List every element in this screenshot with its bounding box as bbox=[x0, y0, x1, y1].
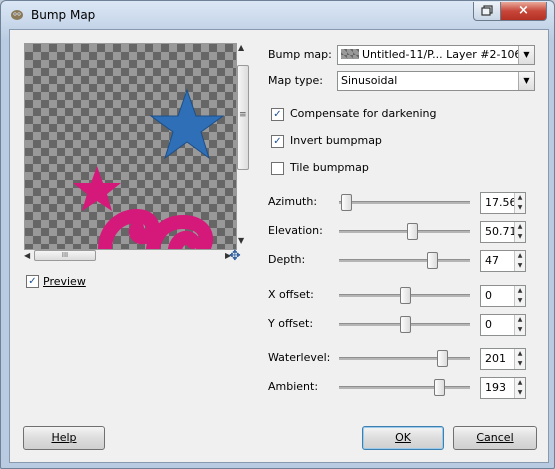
ok-button[interactable]: OK bbox=[362, 426, 444, 450]
navigate-move-icon[interactable]: ✥ bbox=[229, 249, 243, 263]
waterlevel-spinbox[interactable]: 201 ▲ ▼ bbox=[480, 348, 526, 370]
grip-icon: III bbox=[61, 251, 69, 259]
spin-arrows-icon[interactable]: ▲ ▼ bbox=[514, 286, 525, 306]
title-bar[interactable]: Bump Map × bbox=[1, 1, 554, 29]
waterlevel-label: Waterlevel: bbox=[268, 351, 331, 364]
invert-bumpmap-checkbox[interactable]: ✓ bbox=[271, 135, 284, 148]
preview-label-text: Preview bbox=[43, 275, 86, 288]
ambient-label: Ambient: bbox=[268, 380, 319, 393]
waterlevel-value: 201 bbox=[485, 352, 506, 365]
map-type-label: Map type: bbox=[268, 74, 323, 87]
elevation-slider[interactable] bbox=[339, 223, 470, 240]
waterlevel-slider-thumb[interactable] bbox=[437, 350, 448, 367]
bump-map-value: Untitled-11/P... Layer #2-106 bbox=[362, 48, 522, 61]
bump-map-select[interactable]: Untitled-11/P... Layer #2-106 ▼ bbox=[337, 45, 535, 65]
depth-label: Depth: bbox=[268, 253, 306, 266]
spin-arrows-icon[interactable]: ▲ ▼ bbox=[514, 193, 525, 213]
bump-map-label: Bump map: bbox=[268, 48, 332, 61]
depth-spinbox[interactable]: 47 ▲ ▼ bbox=[480, 250, 526, 272]
preview-vertical-scrollbar[interactable]: ▲ ≡ ▼ bbox=[236, 43, 249, 248]
restore-button[interactable] bbox=[473, 2, 501, 21]
y-offset-slider-thumb[interactable] bbox=[400, 316, 411, 333]
spin-arrows-icon[interactable]: ▲ ▼ bbox=[514, 378, 525, 398]
scroll-up-arrow-icon[interactable]: ▲ bbox=[238, 43, 244, 52]
magenta-star bbox=[73, 166, 121, 211]
waterlevel-slider[interactable] bbox=[339, 350, 470, 367]
help-button-label: Help bbox=[51, 431, 77, 444]
gimp-app-icon bbox=[11, 10, 23, 20]
chevron-down-icon[interactable]: ▼ bbox=[518, 46, 534, 64]
restore-icon bbox=[481, 5, 493, 16]
elevation-slider-thumb[interactable] bbox=[407, 223, 418, 240]
elevation-label: Elevation: bbox=[268, 224, 323, 237]
y-offset-value: 0 bbox=[485, 318, 492, 331]
scroll-down-arrow-icon[interactable]: ▼ bbox=[238, 236, 244, 245]
tile-bumpmap-checkbox[interactable] bbox=[271, 162, 284, 175]
dialog-body: ▲ ≡ ▼ ◀ III ▶ ✥ ✓ Preview Bump map: Unti… bbox=[9, 29, 549, 463]
map-type-value: Sinusoidal bbox=[341, 74, 398, 87]
magenta-swirl bbox=[98, 208, 214, 249]
elevation-value: 50.71 bbox=[485, 225, 517, 238]
ambient-slider-thumb[interactable] bbox=[434, 379, 445, 396]
x-offset-slider[interactable] bbox=[339, 287, 470, 304]
y-offset-slider[interactable] bbox=[339, 316, 470, 333]
help-button[interactable]: Help bbox=[23, 426, 105, 450]
x-offset-value: 0 bbox=[485, 289, 492, 302]
window-title: Bump Map bbox=[31, 8, 96, 22]
azimuth-label: Azimuth: bbox=[268, 195, 318, 208]
x-offset-label: X offset: bbox=[268, 288, 314, 301]
cancel-button[interactable]: Cancel bbox=[453, 426, 537, 450]
depth-value: 47 bbox=[485, 254, 499, 267]
elevation-spinbox[interactable]: 50.71 ▲ ▼ bbox=[480, 221, 526, 243]
azimuth-slider-thumb[interactable] bbox=[341, 194, 352, 211]
layer-thumbnail-icon bbox=[341, 49, 359, 59]
ambient-slider[interactable] bbox=[339, 379, 470, 396]
bump-map-dialog: Bump Map × ▲ ≡ ▼ ◀ III ▶ ✥ ✓ Preview Bum… bbox=[0, 0, 555, 469]
vertical-scroll-thumb[interactable]: ≡ bbox=[237, 65, 249, 170]
azimuth-spinbox[interactable]: 17.56 ▲ ▼ bbox=[480, 192, 526, 214]
tile-bumpmap-label[interactable]: Tile bumpmap bbox=[290, 161, 369, 174]
x-offset-slider-thumb[interactable] bbox=[400, 287, 411, 304]
spin-arrows-icon[interactable]: ▲ ▼ bbox=[514, 315, 525, 335]
spin-arrows-icon[interactable]: ▲ ▼ bbox=[514, 349, 525, 369]
map-type-select[interactable]: Sinusoidal ▼ bbox=[337, 71, 535, 91]
scroll-left-arrow-icon[interactable]: ◀ bbox=[24, 251, 30, 260]
ambient-spinbox[interactable]: 193 ▲ ▼ bbox=[480, 377, 526, 399]
x-offset-spinbox[interactable]: 0 ▲ ▼ bbox=[480, 285, 526, 307]
preview-checkbox[interactable]: ✓ bbox=[26, 275, 39, 288]
azimuth-slider[interactable] bbox=[339, 194, 470, 211]
spin-arrows-icon[interactable]: ▲ ▼ bbox=[514, 222, 525, 242]
azimuth-value: 17.56 bbox=[485, 196, 517, 209]
blue-star bbox=[149, 88, 225, 160]
close-icon: × bbox=[518, 3, 529, 18]
preview-label[interactable]: Preview bbox=[43, 275, 86, 288]
close-button[interactable]: × bbox=[500, 2, 547, 21]
grip-icon: ≡ bbox=[239, 110, 247, 120]
spin-arrows-icon[interactable]: ▲ ▼ bbox=[514, 251, 525, 271]
depth-slider[interactable] bbox=[339, 252, 470, 269]
compensate-darkening-checkbox[interactable]: ✓ bbox=[271, 108, 284, 121]
ambient-value: 193 bbox=[485, 381, 506, 394]
ok-button-label: OK bbox=[395, 431, 411, 444]
cancel-button-label: Cancel bbox=[476, 431, 514, 444]
y-offset-spinbox[interactable]: 0 ▲ ▼ bbox=[480, 314, 526, 336]
preview-canvas[interactable] bbox=[24, 43, 237, 250]
preview-horizontal-scrollbar[interactable]: ◀ III ▶ bbox=[24, 249, 235, 262]
depth-slider-thumb[interactable] bbox=[427, 252, 438, 269]
horizontal-scroll-thumb[interactable]: III bbox=[34, 250, 96, 261]
y-offset-label: Y offset: bbox=[268, 317, 314, 330]
compensate-darkening-label[interactable]: Compensate for darkening bbox=[290, 107, 437, 120]
preview-image bbox=[73, 88, 225, 249]
chevron-down-icon[interactable]: ▼ bbox=[518, 72, 534, 90]
invert-bumpmap-label[interactable]: Invert bumpmap bbox=[290, 134, 382, 147]
